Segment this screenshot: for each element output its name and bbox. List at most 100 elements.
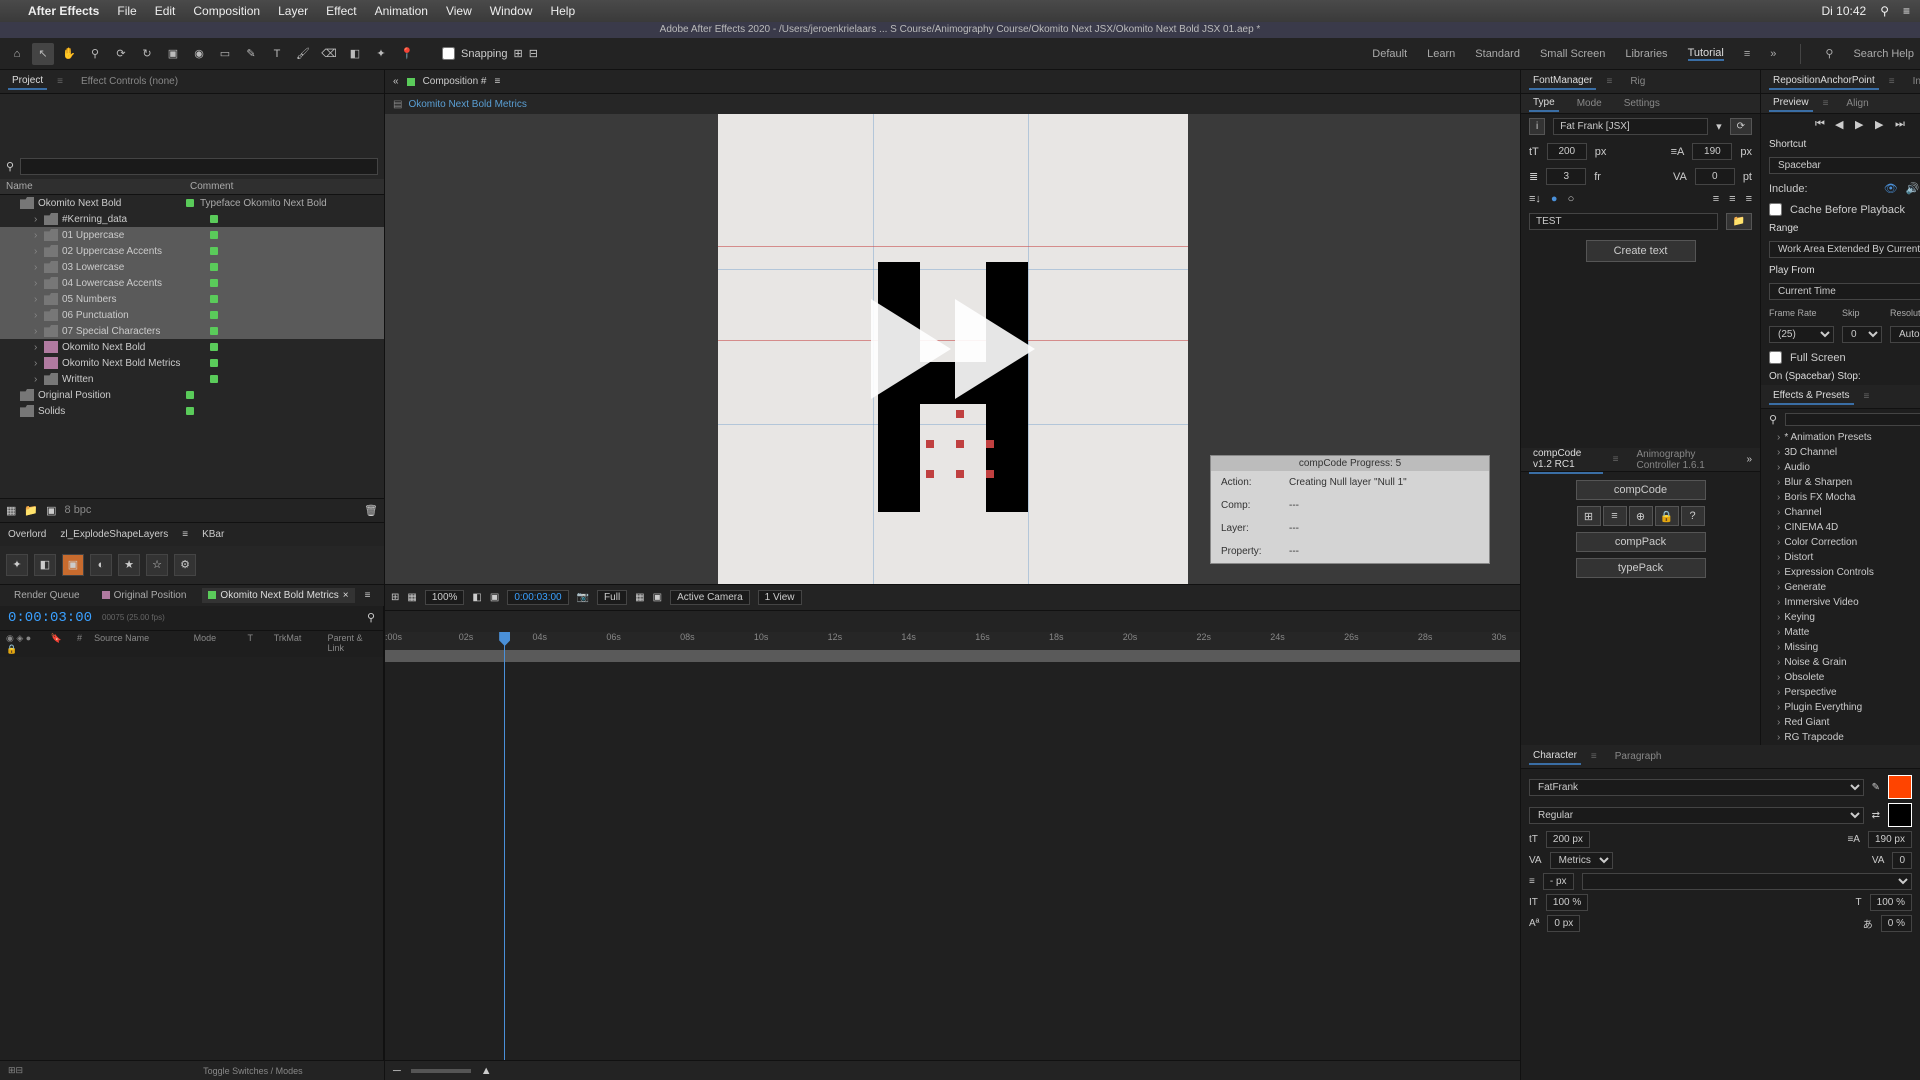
effects-list[interactable]: * Animation Presets3D ChannelAudioBlur &…	[1761, 430, 1920, 745]
snap-icon[interactable]: ⊞	[514, 47, 523, 60]
camera-tool[interactable]: ▣	[162, 43, 184, 65]
tab-character[interactable]: Character	[1529, 748, 1581, 765]
eye-icon[interactable]: 👁	[1884, 182, 1898, 195]
work-area-bar[interactable]	[385, 650, 1520, 662]
first-frame-icon[interactable]: ⏮	[1815, 118, 1829, 132]
leading-input[interactable]: 190	[1692, 143, 1732, 160]
fm-subtab-type[interactable]: Type	[1529, 95, 1559, 112]
col-source[interactable]: Source Name	[94, 633, 186, 655]
interpret-icon[interactable]: ▦	[6, 504, 16, 517]
comp-breadcrumb[interactable]: ▤ Okomito Next Bold Metrics	[385, 94, 1520, 114]
char-menu-icon[interactable]: ≡	[1591, 751, 1597, 762]
menu-window[interactable]: Window	[490, 4, 533, 18]
align-opt-2[interactable]: ●	[1551, 193, 1558, 205]
project-search-input[interactable]	[20, 158, 378, 175]
compcode-button[interactable]: compCode	[1576, 480, 1706, 500]
hscale-input[interactable]: 100 %	[1870, 894, 1912, 911]
effect-category[interactable]: Distort	[1761, 550, 1920, 565]
snapping-checkbox[interactable]	[442, 47, 455, 60]
vscale-input[interactable]: 100 %	[1546, 894, 1588, 911]
roto-tool[interactable]: ✦	[370, 43, 392, 65]
char-style-select[interactable]: Regular	[1529, 807, 1864, 824]
effect-category[interactable]: RG Trapcode	[1761, 730, 1920, 745]
font-select[interactable]: Fat Frank [JSX]	[1553, 118, 1708, 135]
typepack-button[interactable]: typePack	[1576, 558, 1706, 578]
tab-explodeshape[interactable]: zl_ExplodeShapeLayers	[60, 529, 168, 540]
project-item[interactable]: ›06 Punctuation	[0, 307, 384, 323]
toggle-switches[interactable]: Toggle Switches / Modes	[203, 1066, 303, 1076]
orbit-tool[interactable]: ⟳	[110, 43, 132, 65]
tab-rig[interactable]: Rig	[1626, 74, 1649, 89]
col-parent[interactable]: Parent & Link	[328, 633, 377, 655]
ep-menu-icon[interactable]: ≡	[1864, 391, 1870, 402]
app-name[interactable]: After Effects	[28, 4, 99, 18]
tsume-input[interactable]: 0 %	[1881, 915, 1912, 932]
effect-category[interactable]: Audio	[1761, 460, 1920, 475]
justify-center-icon[interactable]: ≡	[1729, 193, 1735, 205]
time-display[interactable]: 0:00:03:00	[507, 590, 568, 605]
cc-icon-2[interactable]: ≡	[1603, 506, 1627, 526]
explode-btn-3[interactable]: ▣	[62, 554, 84, 576]
timecode[interactable]: 0:00:03:00	[8, 610, 92, 626]
new-folder-icon[interactable]: 📁	[24, 504, 38, 517]
zoom-tool[interactable]: ⚲	[84, 43, 106, 65]
type-tool[interactable]: T	[266, 43, 288, 65]
col-mode[interactable]: Mode	[194, 633, 240, 655]
res-icon[interactable]: ◧	[472, 592, 481, 603]
cc-icon-lock[interactable]: 🔒	[1655, 506, 1679, 526]
font-info-icon[interactable]: i	[1529, 118, 1545, 135]
fr-select[interactable]: (25)	[1769, 326, 1834, 343]
effect-category[interactable]: Perspective	[1761, 685, 1920, 700]
effect-category[interactable]: 3D Channel	[1761, 445, 1920, 460]
project-item[interactable]: ›Okomito Next Bold	[0, 339, 384, 355]
zoom-out-icon[interactable]: ─	[393, 1065, 401, 1077]
rap-subtab-preview[interactable]: Preview	[1769, 95, 1813, 112]
tab-kbar[interactable]: KBar	[202, 529, 224, 540]
menu-layer[interactable]: Layer	[278, 4, 308, 18]
views-select[interactable]: 1 View	[758, 590, 802, 605]
magnify-icon[interactable]: ⊞	[391, 592, 399, 603]
effect-category[interactable]: Noise & Grain	[1761, 655, 1920, 670]
col-name[interactable]: Name	[6, 181, 176, 192]
project-tree[interactable]: Okomito Next BoldTypeface Okomito Next B…	[0, 195, 384, 419]
char-size-input[interactable]: 200 px	[1546, 831, 1590, 848]
effect-category[interactable]: Keying	[1761, 610, 1920, 625]
eraser-tool[interactable]: ◧	[344, 43, 366, 65]
effect-category[interactable]: Channel	[1761, 505, 1920, 520]
cc-icon-1[interactable]: ⊞	[1577, 506, 1601, 526]
mask-icon[interactable]: ▣	[490, 592, 499, 603]
workspace-libraries[interactable]: Libraries	[1625, 48, 1667, 60]
menu-edit[interactable]: Edit	[155, 4, 176, 18]
rotate-tool[interactable]: ↻	[136, 43, 158, 65]
gear-icon[interactable]: ⚙	[174, 554, 196, 576]
menu-help[interactable]: Help	[550, 4, 575, 18]
refresh-icon[interactable]: ⟳	[1730, 118, 1752, 135]
search-help[interactable]: Search Help	[1853, 48, 1914, 60]
workspace-default[interactable]: Default	[1372, 48, 1407, 60]
prev-frame-icon[interactable]: ◀	[1835, 118, 1849, 132]
effect-category[interactable]: CINEMA 4D	[1761, 520, 1920, 535]
chevron-down-icon[interactable]: ▾	[1716, 120, 1722, 133]
workspace-smallscreen[interactable]: Small Screen	[1540, 48, 1605, 60]
baseline-input[interactable]: 0 px	[1547, 915, 1580, 932]
skip-select[interactable]: 0	[1842, 326, 1882, 343]
swap-icon[interactable]: ⇄	[1872, 810, 1880, 821]
clone-tool[interactable]: ⌫	[318, 43, 340, 65]
folder-icon[interactable]: 📁	[1726, 213, 1752, 230]
hand-tool[interactable]: ✋	[58, 43, 80, 65]
ll-menu-icon[interactable]: ≡	[182, 529, 188, 540]
project-item[interactable]: ›03 Lowercase	[0, 259, 384, 275]
resolution-select[interactable]: Full	[597, 590, 627, 605]
workspace-tutorial[interactable]: Tutorial	[1688, 47, 1724, 61]
create-text-button[interactable]: Create text	[1586, 240, 1696, 262]
explode-btn-1[interactable]: ✦	[6, 554, 28, 576]
effect-category[interactable]: Generate	[1761, 580, 1920, 595]
range-select[interactable]: Work Area Extended By Current …	[1769, 241, 1920, 258]
tl-menu-icon[interactable]: ≡	[365, 590, 371, 601]
home-icon[interactable]: ⌂	[6, 43, 28, 65]
test-input[interactable]: TEST	[1529, 213, 1718, 230]
cc-icon-3[interactable]: ⊕	[1629, 506, 1653, 526]
search-icon[interactable]: ⚲	[1825, 47, 1833, 60]
project-item[interactable]: ›#Kerning_data	[0, 211, 384, 227]
selection-tool[interactable]: ↖	[32, 43, 54, 65]
